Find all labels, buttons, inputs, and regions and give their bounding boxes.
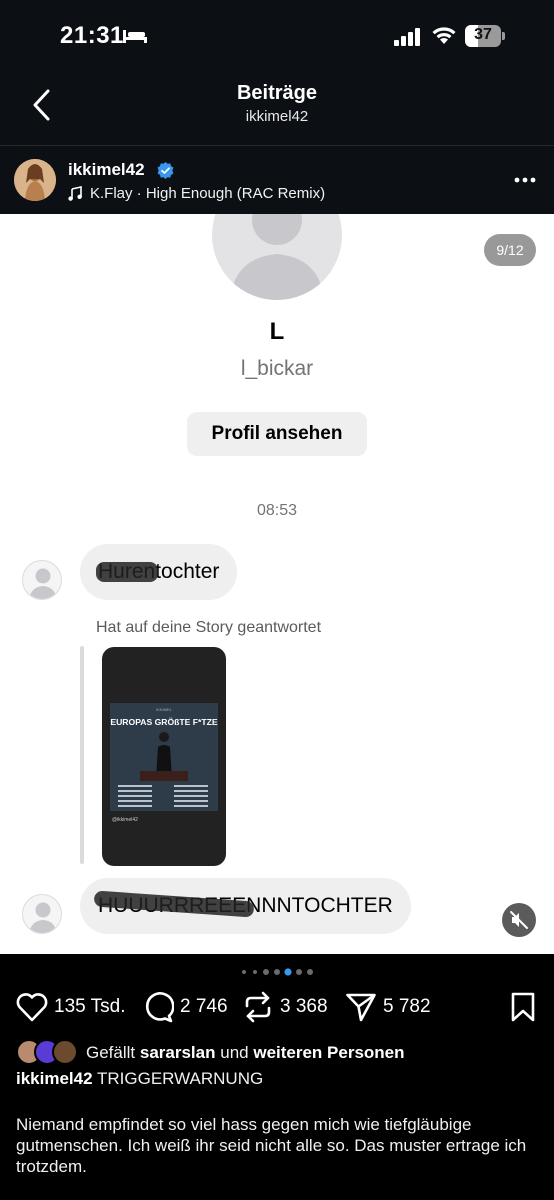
carousel-dot — [263, 969, 269, 975]
liked-by-text: Gefällt sararslan und weiteren Personen — [86, 1043, 405, 1062]
status-bar: 21:31 37 — [0, 0, 554, 70]
carousel-dot — [242, 970, 246, 974]
censor-scribble — [96, 562, 158, 582]
author-username[interactable]: ikkimel42 — [68, 160, 145, 180]
reply-divider — [80, 646, 84, 864]
caption-username[interactable]: ikkimel42 — [16, 1069, 93, 1088]
status-time: 21:31 — [60, 22, 124, 49]
liker-username[interactable]: sararslan — [140, 1043, 216, 1062]
story-thumbnail[interactable]: IKKIMEL EUROPAS GRÖßTE F*TZE @ikkimel42 — [102, 647, 226, 866]
repost-icon[interactable] — [243, 990, 273, 1024]
comment-count[interactable]: 2 746 — [180, 996, 228, 1018]
page-title: Beiträge — [236, 82, 318, 104]
caption-headline-text: TRIGGERWARNUNG — [96, 1069, 264, 1088]
sleep-focus-icon — [123, 30, 147, 43]
page-header: Beiträge ikkimel42 — [0, 70, 554, 146]
cellular-signal-icon — [394, 28, 420, 46]
carousel-dot — [307, 969, 313, 975]
bookmark-icon[interactable] — [510, 990, 536, 1024]
sender-avatar — [22, 560, 62, 600]
battery-indicator: 37 — [465, 25, 505, 47]
share-icon[interactable] — [345, 990, 377, 1024]
post-author-row: ikkimel42 K.Flay · High Enough (RAC Remi… — [0, 146, 554, 214]
dm-username: l_bickar — [240, 357, 314, 380]
heart-icon[interactable] — [16, 990, 48, 1024]
music-icon — [68, 186, 82, 201]
mute-icon[interactable] — [502, 903, 536, 937]
more-icon[interactable] — [514, 177, 536, 183]
dm-profile-avatar — [212, 214, 342, 300]
post-media[interactable]: 9/12 L l_bickar Profil ansehen 08:53 Hur… — [0, 214, 554, 954]
poster-brand: IKKIMEL — [156, 707, 173, 712]
like-count[interactable]: 135 Tsd. — [54, 996, 125, 1018]
sender-avatar — [22, 894, 62, 934]
author-avatar[interactable] — [14, 159, 56, 201]
likes-summary[interactable]: Gefällt sararslan und weiteren Personen — [16, 1039, 546, 1065]
carousel-dot — [274, 969, 280, 975]
dm-timestamp: 08:53 — [256, 502, 298, 519]
carousel-dots — [242, 968, 313, 976]
tour-poster: IKKIMEL EUROPAS GRÖßTE F*TZE — [110, 703, 218, 811]
dm-display-name: L — [269, 318, 285, 345]
carousel-dot-active — [284, 968, 292, 976]
story-reply-note: Hat auf deine Story geantwortet — [96, 619, 322, 636]
caption-headline: ikkimel42 TRIGGERWARNUNG — [16, 1069, 544, 1089]
verified-icon — [157, 162, 174, 179]
view-profile-button[interactable]: Profil ansehen — [187, 412, 367, 456]
music-track[interactable]: K.Flay · High Enough (RAC Remix) — [90, 185, 325, 202]
page-subtitle: ikkimel42 — [245, 108, 309, 125]
carousel-dot — [253, 970, 257, 974]
share-count[interactable]: 5 782 — [383, 996, 431, 1018]
comment-icon[interactable] — [142, 990, 174, 1024]
liker-avatar — [52, 1039, 78, 1065]
poster-title: EUROPAS GRÖßTE F*TZE — [110, 717, 218, 727]
poster-handle: @ikkimel42 — [112, 817, 138, 823]
repost-count[interactable]: 3 368 — [280, 996, 328, 1018]
battery-percent: 37 — [474, 26, 492, 43]
carousel-counter: 9/12 — [484, 234, 536, 266]
other-likers[interactable]: weiteren Personen — [253, 1043, 404, 1062]
carousel-dot — [296, 969, 302, 975]
wifi-icon — [432, 27, 456, 44]
caption-body: Niemand empfindet so viel hass gegen mic… — [16, 1115, 527, 1176]
